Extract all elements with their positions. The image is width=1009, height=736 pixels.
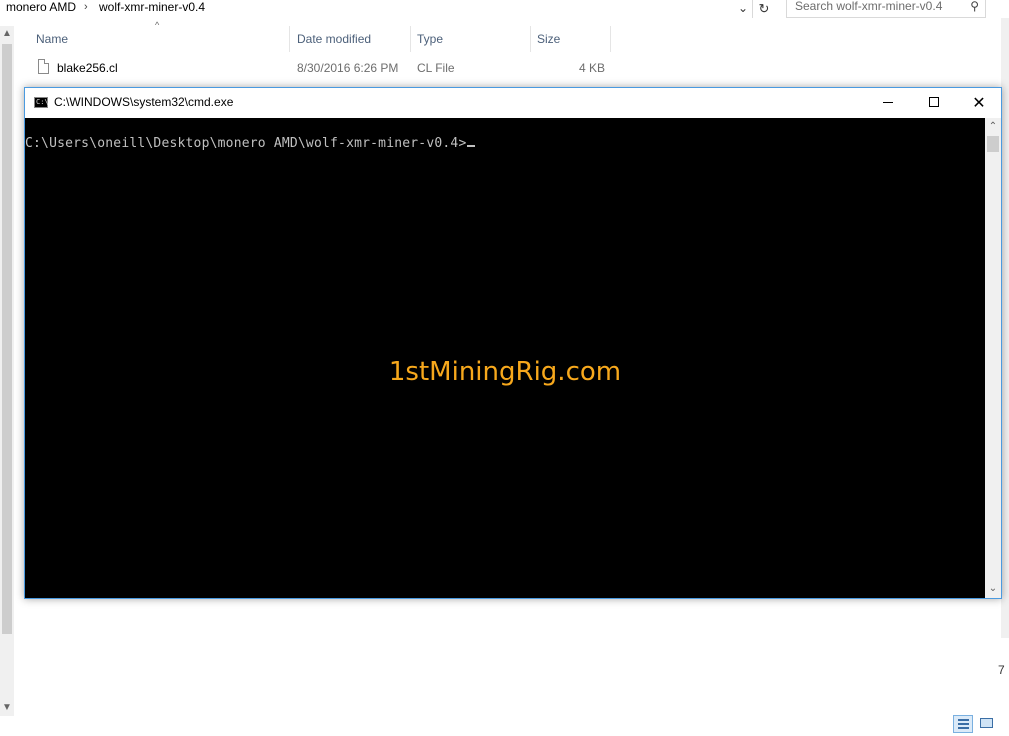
navigation-pane-scrollbar[interactable]: ▲ ▼ (0, 26, 14, 716)
watermark-text: 1stMiningRig.com (388, 357, 622, 387)
column-divider[interactable] (289, 26, 290, 52)
breadcrumb-monero-amd[interactable]: monero AMD (6, 0, 76, 15)
details-view-button[interactable] (953, 715, 973, 733)
text-cursor (467, 145, 476, 147)
chevron-right-icon[interactable]: › (84, 0, 88, 15)
file-size: 4 KB (579, 61, 606, 75)
cmd-icon-glyph: C:\ (36, 98, 49, 106)
column-header-date-modified[interactable]: Date modified (297, 26, 371, 52)
scroll-up-icon[interactable]: ▲ (0, 26, 14, 42)
maximize-icon (929, 97, 939, 107)
cmd-console[interactable]: C:\Users\oneill\Desktop\monero AMD\wolf-… (25, 118, 985, 598)
file-name: blake256.cl (57, 61, 118, 75)
scroll-up-icon[interactable]: ⌃ (985, 120, 1001, 134)
column-header-size[interactable]: Size (537, 26, 560, 52)
minimize-icon (883, 102, 893, 103)
large-icons-view-button[interactable] (977, 715, 997, 733)
column-divider[interactable] (530, 26, 531, 52)
refresh-icon[interactable]: ↻ (752, 0, 775, 18)
scrollbar-thumb[interactable] (987, 136, 999, 152)
scrollbar-thumb[interactable] (2, 44, 12, 634)
close-icon: ✕ (972, 93, 986, 112)
file-type: CL File (417, 61, 455, 75)
scroll-down-icon[interactable]: ⌄ (985, 582, 1001, 596)
partial-text: 7 (998, 663, 1005, 677)
column-divider[interactable] (610, 26, 611, 52)
file-date: 8/30/2016 6:26 PM (297, 61, 399, 75)
cmd-window[interactable]: C:\ C:\WINDOWS\system32\cmd.exe ✕ C:\Use… (24, 87, 1002, 599)
explorer-right-edge (1001, 18, 1009, 638)
file-row[interactable]: blake256.cl 8/30/2016 6:26 PM CL File 4 … (30, 57, 610, 79)
command-prompt-line[interactable]: C:\Users\oneill\Desktop\monero AMD\wolf-… (25, 136, 476, 151)
details-view-icon (958, 727, 969, 729)
column-divider[interactable] (410, 26, 411, 52)
cmd-vertical-scrollbar[interactable]: ⌃ ⌄ (985, 118, 1001, 598)
breadcrumb-wolf-xmr-miner[interactable]: wolf-xmr-miner-v0.4 (99, 0, 205, 15)
scroll-down-icon[interactable]: ▼ (0, 700, 14, 716)
search-placeholder: Search wolf-xmr-miner-v0.4 (795, 0, 943, 13)
search-icon[interactable]: ⚲ (970, 0, 979, 13)
minimize-button[interactable] (865, 88, 911, 118)
cmd-title-bar[interactable]: C:\ C:\WINDOWS\system32\cmd.exe ✕ (25, 88, 1001, 118)
column-header-name[interactable]: Name (36, 26, 68, 52)
cmd-app-icon[interactable]: C:\ (34, 97, 49, 108)
address-bar[interactable]: monero AMD › wolf-xmr-miner-v0.4 ⌄ ↻ (0, 0, 780, 18)
chevron-down-icon[interactable]: ⌄ (736, 0, 750, 18)
details-view-icon (958, 723, 969, 725)
close-button[interactable]: ✕ (956, 88, 1002, 118)
file-icon (38, 59, 49, 74)
cmd-window-title: C:\WINDOWS\system32\cmd.exe (54, 95, 234, 109)
details-view-icon (958, 719, 969, 721)
large-icons-icon (980, 718, 993, 728)
prompt-text: C:\Users\oneill\Desktop\monero AMD\wolf-… (25, 136, 467, 151)
column-header-type[interactable]: Type (417, 26, 443, 52)
search-input[interactable]: Search wolf-xmr-miner-v0.4 ⚲ (786, 0, 986, 18)
maximize-button[interactable] (911, 88, 957, 118)
sort-ascending-icon: ^ (155, 20, 160, 30)
